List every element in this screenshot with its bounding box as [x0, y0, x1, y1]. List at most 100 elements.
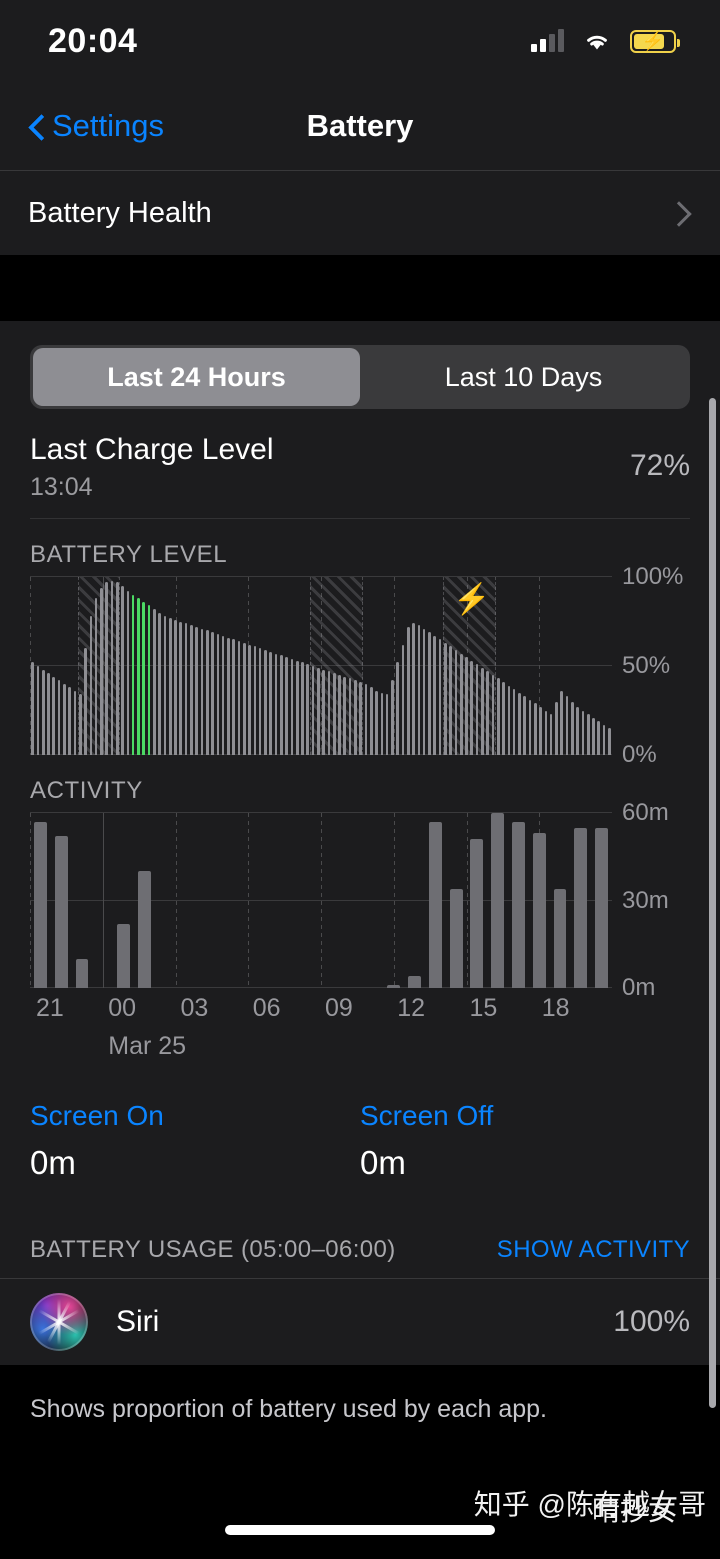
- bar: [391, 680, 394, 755]
- bar: [105, 582, 109, 755]
- bar: [518, 692, 521, 755]
- range-selector-wrapper: Last 24 Hours Last 10 Days: [0, 321, 720, 409]
- bar: [444, 642, 447, 755]
- bar: [396, 662, 400, 755]
- bar: [84, 648, 87, 755]
- battery-level-chart[interactable]: ⚡: [30, 576, 612, 755]
- bar: [47, 673, 50, 755]
- tab-last-24-hours[interactable]: Last 24 Hours: [33, 348, 360, 406]
- battery-level-section-label: BATTERY LEVEL: [30, 541, 228, 568]
- bar: [433, 635, 437, 755]
- bar: [227, 637, 230, 755]
- bar: [63, 683, 66, 755]
- bar: [574, 827, 588, 988]
- section-gap: [0, 255, 720, 321]
- footer-note: Shows proportion of battery used by each…: [0, 1365, 720, 1424]
- bar: [190, 625, 193, 755]
- activity-y-axis: 0m 30m 60m: [612, 799, 690, 1001]
- status-bar-time: 20:04: [48, 21, 138, 60]
- gridline-vertical: [30, 813, 31, 988]
- tab-last-10-days[interactable]: Last 10 Days: [360, 348, 687, 406]
- bar: [592, 717, 595, 755]
- bar: [507, 685, 511, 755]
- bar: [52, 676, 56, 755]
- bar: [31, 662, 34, 755]
- bar: [237, 641, 241, 755]
- range-segmented-control[interactable]: Last 24 Hours Last 10 Days: [30, 345, 690, 409]
- show-activity-button[interactable]: SHOW ACTIVITY: [497, 1236, 690, 1264]
- battery-health-row[interactable]: Battery Health: [0, 171, 720, 255]
- x-axis-tick-label: 00: [108, 994, 137, 1022]
- bar: [406, 626, 410, 755]
- back-button[interactable]: Settings: [28, 108, 164, 144]
- vertical-scrollbar[interactable]: [709, 398, 716, 1408]
- watermark-name-b: 晴抄女: [591, 1495, 676, 1526]
- activity-section-label: ACTIVITY: [30, 777, 143, 804]
- bar: [174, 619, 177, 755]
- bar: [512, 821, 525, 988]
- bar: [523, 696, 527, 755]
- bar: [301, 662, 304, 755]
- bar-highlighted: [131, 594, 135, 755]
- last-charge-level-percent: 72%: [629, 449, 690, 482]
- bar-highlighted: [142, 601, 146, 755]
- bar: [211, 632, 214, 755]
- bar: [121, 585, 124, 755]
- bar: [221, 635, 225, 755]
- bar: [491, 813, 505, 988]
- gridline-vertical: [102, 813, 104, 988]
- bar: [184, 623, 188, 755]
- siri-icon: [30, 1293, 88, 1351]
- bar: [401, 644, 405, 755]
- bar: [54, 836, 68, 988]
- screen-off-stat[interactable]: Screen Off 0m: [360, 1100, 690, 1182]
- bar: [359, 682, 362, 755]
- status-bar: 20:04 ⚡: [0, 0, 720, 82]
- bar: [274, 653, 278, 755]
- bar: [75, 958, 89, 988]
- bar: [449, 646, 452, 755]
- bar: [481, 667, 484, 755]
- gridline-vertical: [393, 813, 395, 988]
- screen-on-stat[interactable]: Screen On 0m: [30, 1100, 360, 1182]
- activity-chart[interactable]: [30, 812, 612, 988]
- bar: [465, 657, 468, 755]
- bar-highlighted: [137, 598, 140, 755]
- bar: [295, 660, 299, 755]
- watermark-prefix: 知乎 @: [473, 1489, 566, 1520]
- bar: [597, 721, 601, 755]
- bar: [470, 660, 474, 755]
- bar: [364, 683, 368, 755]
- bar: [428, 632, 431, 755]
- bar: [502, 682, 505, 755]
- bar: [158, 612, 161, 755]
- bar: [264, 649, 267, 755]
- bar: [602, 724, 606, 755]
- bar: [248, 644, 251, 755]
- app-name: Siri: [116, 1305, 160, 1338]
- bar: [438, 639, 442, 755]
- bar: [385, 694, 389, 755]
- screen-off-value: 0m: [360, 1144, 406, 1181]
- bar: [544, 710, 548, 755]
- last-charge-level-time: 13:04: [30, 473, 93, 501]
- home-indicator[interactable]: [225, 1525, 495, 1535]
- bar: [33, 821, 47, 988]
- bar: [454, 649, 458, 755]
- bar: [539, 706, 542, 755]
- bar: [163, 616, 167, 755]
- x-axis-tick-label: 03: [180, 994, 209, 1022]
- chevron-right-icon: [670, 205, 686, 221]
- screen-off-label: Screen Off: [360, 1100, 494, 1131]
- bar: [290, 658, 294, 755]
- list-item[interactable]: Siri 100%: [0, 1279, 720, 1365]
- battery-level-chart-block: ⚡ 0% 50% 100%: [0, 563, 720, 768]
- back-button-label: Settings: [52, 108, 165, 143]
- bar: [137, 871, 151, 988]
- bar: [595, 827, 609, 988]
- bar: [73, 690, 77, 755]
- bar: [428, 821, 442, 988]
- bar: [232, 639, 236, 755]
- bar: [412, 623, 415, 755]
- bar: [311, 666, 315, 755]
